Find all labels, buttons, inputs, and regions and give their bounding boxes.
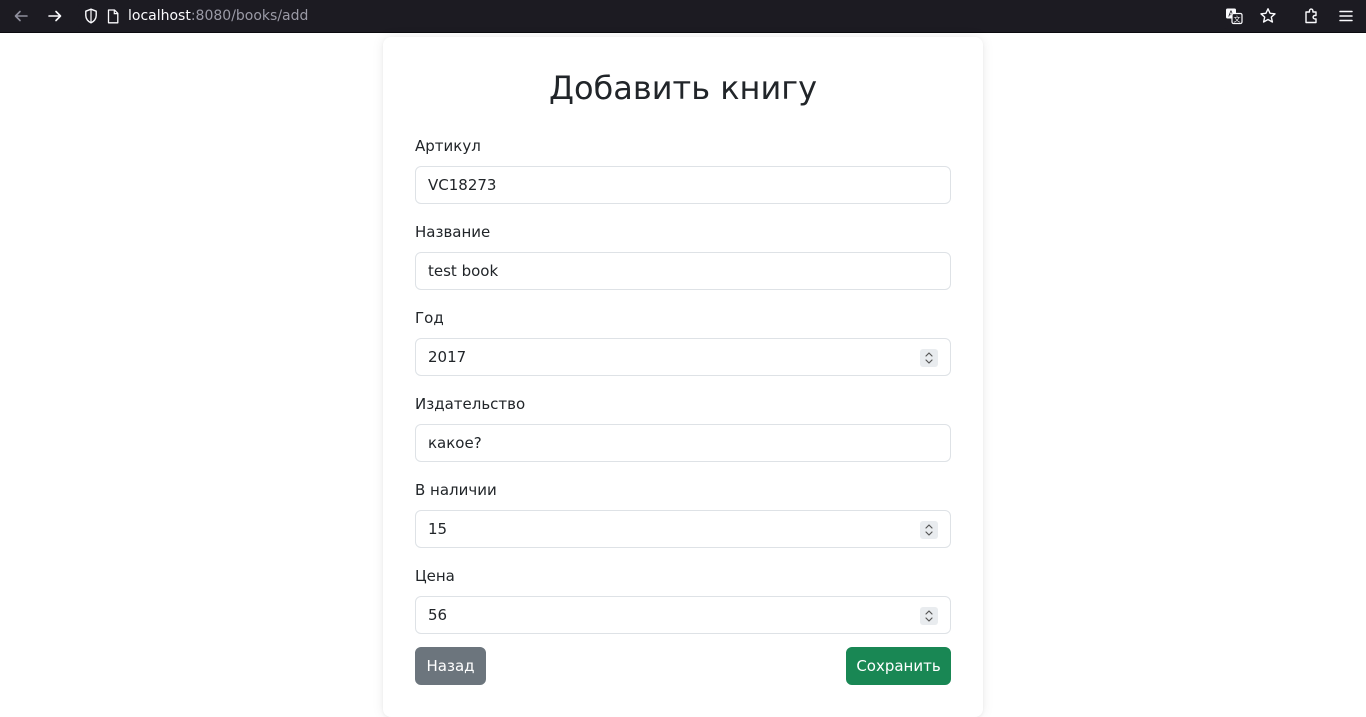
forward-button[interactable] (42, 4, 68, 28)
sku-value: VC18273 (428, 176, 497, 194)
translate-icon[interactable]: A 文 (1222, 4, 1246, 28)
url-text[interactable]: localhost:8080/books/add (128, 8, 308, 24)
year-value: 2017 (428, 348, 467, 366)
title-label: Название (415, 223, 491, 241)
year-stepper[interactable] (920, 349, 938, 367)
price-stepper[interactable] (920, 607, 938, 625)
puzzle-icon[interactable] (1300, 4, 1324, 28)
in-stock-label: В наличии (415, 481, 497, 499)
stepper-arrows-icon (925, 352, 933, 364)
price-input[interactable]: 56 (415, 596, 951, 634)
shield-icon[interactable] (82, 7, 100, 25)
page-content: Добавить книгу Артикул VC18273 Название … (0, 33, 1366, 717)
back-button[interactable] (8, 4, 34, 28)
browser-toolbar: localhost:8080/books/add A 文 (0, 0, 1366, 33)
page-icon[interactable] (104, 7, 122, 25)
in-stock-input[interactable]: 15 (415, 510, 951, 548)
publisher-value: какое? (428, 434, 482, 452)
save-button[interactable]: Сохранить (846, 647, 951, 685)
add-book-form-card: Добавить книгу Артикул VC18273 Название … (383, 37, 983, 717)
url-path: :8080/books/add (190, 8, 309, 24)
sku-input[interactable]: VC18273 (415, 166, 951, 204)
book-title-value: test book (428, 262, 499, 280)
arrow-left-icon (14, 10, 28, 22)
hamburger-menu-icon[interactable] (1334, 4, 1358, 28)
book-title-input[interactable]: test book (415, 252, 951, 290)
year-label: Год (415, 309, 444, 327)
star-icon[interactable] (1256, 4, 1280, 28)
url-host: localhost (128, 8, 191, 24)
page-title: Добавить книгу (548, 69, 818, 107)
in-stock-stepper[interactable] (920, 521, 938, 539)
year-input[interactable]: 2017 (415, 338, 951, 376)
svg-text:文: 文 (1234, 15, 1241, 24)
sku-label: Артикул (415, 137, 481, 155)
price-value: 56 (428, 606, 448, 624)
back-button[interactable]: Назад (415, 647, 486, 685)
toolbar-actions: A 文 (1222, 4, 1358, 28)
price-label: Цена (415, 567, 455, 585)
publisher-input[interactable]: какое? (415, 424, 951, 462)
address-bar[interactable]: localhost:8080/books/add (78, 3, 1228, 29)
stepper-arrows-icon (925, 524, 933, 536)
publisher-label: Издательство (415, 395, 526, 413)
in-stock-value: 15 (428, 520, 448, 538)
arrow-right-icon (48, 10, 62, 22)
stepper-arrows-icon (925, 610, 933, 622)
